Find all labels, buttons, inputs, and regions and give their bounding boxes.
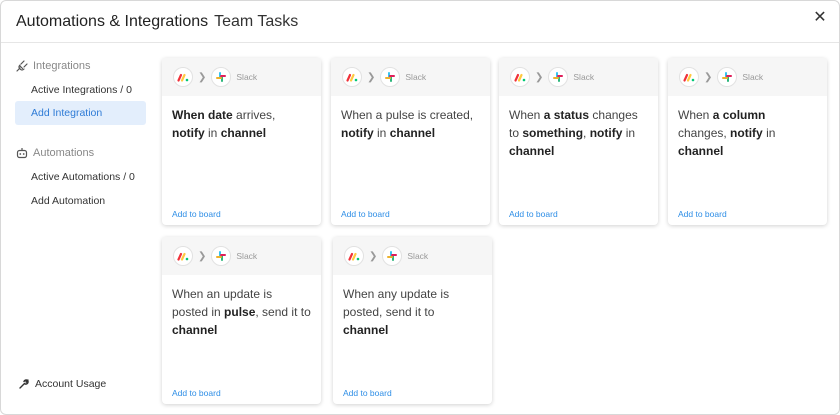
monday-logo-icon	[679, 67, 699, 87]
slack-logo-icon	[380, 67, 401, 87]
integration-card[interactable]: ❯ Slack When a pulse is created, notify …	[331, 58, 490, 225]
chevron-right-icon: ❯	[367, 71, 376, 83]
card-description: When date arrives, notify in channel	[162, 96, 321, 142]
description-text: When	[678, 108, 710, 122]
monday-logo-icon	[342, 67, 362, 87]
integration-card[interactable]: ❯ Slack When an update is posted in puls…	[162, 237, 321, 404]
keyword: notify	[589, 126, 623, 140]
description-text: in	[766, 126, 776, 140]
description-text: in	[208, 126, 218, 140]
add-to-board-link[interactable]: Add to board	[172, 209, 221, 219]
add-to-board-link[interactable]: Add to board	[341, 209, 390, 219]
board-name: Team Tasks	[214, 12, 299, 30]
keyword: notify	[341, 126, 374, 140]
sidebar: Integrations Active Integrations / 0 Add…	[1, 43, 161, 414]
service-name: Slack	[405, 72, 427, 82]
service-name: Slack	[236, 251, 258, 261]
card-description: When a pulse is created, notify in chann…	[331, 96, 490, 142]
chevron-right-icon: ❯	[198, 71, 207, 83]
description-text: changes,	[678, 126, 727, 140]
keyword: channel	[678, 144, 724, 158]
slack-logo-icon	[211, 246, 232, 266]
card-header: ❯ Slack	[162, 237, 321, 275]
description-text: When a pulse is created,	[341, 108, 474, 122]
card-description: When any update is posted, send it to ch…	[333, 275, 492, 339]
card-header: ❯ Slack	[668, 58, 827, 96]
automations-dialog: Automations & Integrations Team Tasks ✕ …	[0, 0, 840, 415]
chevron-right-icon: ❯	[535, 71, 544, 83]
integration-card[interactable]: ❯ Slack When a column changes, notify in…	[668, 58, 827, 225]
sidebar-item-add-automation[interactable]: Add Automation	[15, 189, 146, 213]
keyword: a column	[712, 108, 766, 122]
wrench-icon	[19, 379, 29, 389]
keyword: channel	[220, 126, 267, 140]
automations-heading: Automations	[16, 147, 94, 159]
card-header: ❯ Slack	[499, 58, 658, 96]
service-name: Slack	[407, 251, 429, 261]
keyword: notify	[172, 126, 205, 140]
monday-logo-icon	[510, 67, 530, 87]
integration-card[interactable]: ❯ Slack When a status changes to somethi…	[499, 58, 658, 225]
slack-logo-icon	[382, 246, 403, 266]
description-text: in	[377, 126, 387, 140]
robot-icon	[16, 148, 28, 159]
description-text: in	[625, 126, 636, 140]
slack-logo-icon	[548, 67, 569, 87]
dialog-header: Automations & Integrations Team Tasks ✕	[1, 1, 839, 43]
description-text: ,	[583, 126, 587, 140]
integrations-heading-label: Integrations	[33, 60, 91, 72]
keyword: When	[172, 108, 205, 122]
description-text: , send it to	[255, 305, 311, 319]
monday-logo-icon	[344, 246, 364, 266]
monday-logo-icon	[173, 67, 193, 87]
service-name: Slack	[573, 72, 595, 82]
keyword: notify	[730, 126, 763, 140]
account-usage-label: Account Usage	[35, 378, 107, 390]
automations-heading-label: Automations	[33, 147, 95, 159]
sidebar-item-active-automations[interactable]: Active Automations / 0	[15, 165, 146, 189]
service-name: Slack	[742, 72, 764, 82]
service-name: Slack	[236, 72, 258, 82]
integration-card[interactable]: ❯ Slack When any update is posted, send …	[333, 237, 492, 404]
close-icon[interactable]: ✕	[811, 9, 829, 27]
add-to-board-link[interactable]: Add to board	[678, 209, 727, 219]
plug-icon	[16, 60, 28, 72]
card-header: ❯ Slack	[162, 58, 321, 96]
keyword: channel	[343, 323, 389, 337]
card-description: When a status changes to something, noti…	[499, 96, 658, 160]
keyword: channel	[509, 144, 555, 158]
slack-logo-icon	[717, 67, 738, 87]
card-description: When an update is posted in pulse, send …	[162, 275, 321, 339]
account-usage-link[interactable]: Account Usage	[19, 378, 106, 390]
description-text: When	[509, 108, 541, 122]
card-header: ❯ Slack	[333, 237, 492, 275]
integrations-heading: Integrations	[16, 60, 90, 72]
dialog-title: Automations & Integrations	[16, 12, 209, 30]
description-text: arrives,	[236, 108, 276, 122]
keyword: channel	[172, 323, 218, 337]
chevron-right-icon: ❯	[198, 250, 207, 262]
keyword: pulse	[224, 305, 256, 319]
add-to-board-link[interactable]: Add to board	[509, 209, 558, 219]
card-description: When a column changes, notify in channel	[668, 96, 827, 160]
keyword: a status	[543, 108, 590, 122]
monday-logo-icon	[173, 246, 193, 266]
integration-card[interactable]: ❯ Slack When date arrives, notify in cha…	[162, 58, 321, 225]
description-text: When any update is posted, send it to	[343, 287, 450, 319]
keyword: channel	[389, 126, 436, 140]
keyword: date	[208, 108, 233, 122]
chevron-right-icon: ❯	[369, 250, 378, 262]
add-to-board-link[interactable]: Add to board	[343, 388, 392, 398]
chevron-right-icon: ❯	[704, 71, 713, 83]
keyword: something	[522, 126, 584, 140]
add-to-board-link[interactable]: Add to board	[172, 388, 221, 398]
sidebar-item-active-integrations[interactable]: Active Integrations / 0	[15, 78, 146, 102]
card-header: ❯ Slack	[331, 58, 490, 96]
sidebar-item-add-integration[interactable]: Add Integration	[15, 101, 146, 125]
slack-logo-icon	[211, 67, 232, 87]
